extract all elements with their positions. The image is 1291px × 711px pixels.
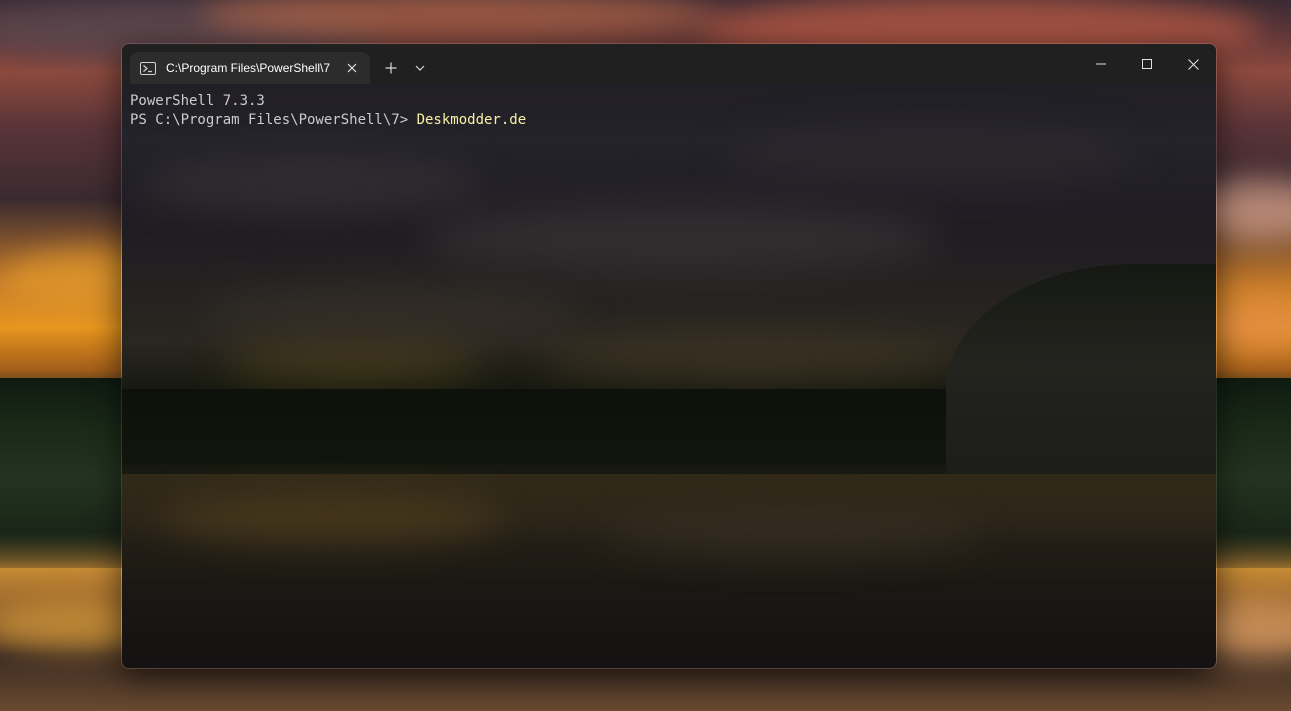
- maximize-button[interactable]: [1124, 44, 1170, 84]
- terminal-content[interactable]: PowerShell 7.3.3 PS C:\Program Files\Pow…: [130, 92, 1208, 660]
- terminal-window[interactable]: C:\Program Files\PowerShell\7 PowerShell…: [121, 43, 1217, 669]
- tab-close-button[interactable]: [344, 60, 360, 76]
- close-icon: [347, 63, 357, 73]
- terminal-line-version: PowerShell 7.3.3: [130, 93, 265, 109]
- maximize-icon: [1142, 59, 1152, 69]
- prompt-text: PS C:\Program Files\PowerShell\7>: [130, 112, 417, 128]
- minimize-icon: [1096, 63, 1106, 65]
- tab-dropdown-button[interactable]: [410, 58, 430, 78]
- terminal-line-prompt: PS C:\Program Files\PowerShell\7> Deskmo…: [130, 111, 1208, 130]
- tab-title: C:\Program Files\PowerShell\7: [166, 61, 330, 75]
- plus-icon: [385, 62, 397, 74]
- close-window-button[interactable]: [1170, 44, 1216, 84]
- command-text: Deskmodder.de: [416, 112, 527, 128]
- close-icon: [1187, 58, 1199, 70]
- minimize-button[interactable]: [1078, 44, 1124, 84]
- new-tab-button[interactable]: [380, 58, 402, 78]
- chevron-down-icon: [415, 65, 425, 71]
- powershell-icon: [140, 61, 156, 75]
- title-bar[interactable]: C:\Program Files\PowerShell\7: [122, 44, 1216, 84]
- tab-powershell[interactable]: C:\Program Files\PowerShell\7: [130, 52, 370, 84]
